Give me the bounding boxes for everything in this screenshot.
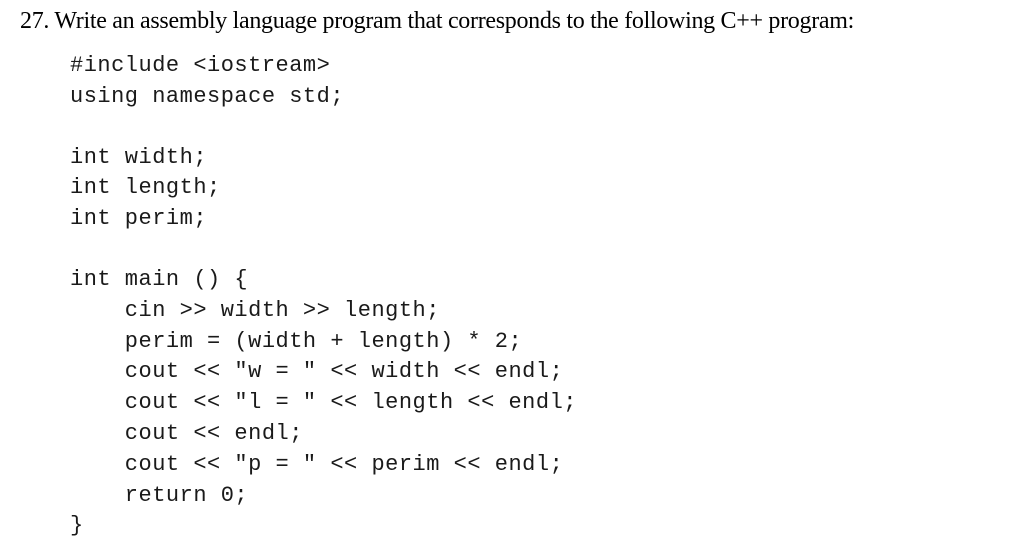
code-blank-line bbox=[70, 235, 1004, 265]
question-text: Write an assembly language program that … bbox=[54, 8, 854, 34]
question-prompt: 27. Write an assembly language program t… bbox=[20, 8, 1004, 35]
code-line: cin >> width >> length; bbox=[70, 296, 1004, 327]
code-line: using namespace std; bbox=[70, 82, 1004, 113]
code-block: #include <iostream> using namespace std;… bbox=[20, 51, 1004, 542]
question-number: 27. bbox=[20, 8, 49, 34]
code-line: return 0; bbox=[70, 481, 1004, 512]
code-line: int main () { bbox=[70, 265, 1004, 296]
code-line: cout << "w = " << width << endl; bbox=[70, 357, 1004, 388]
code-line: cout << "p = " << perim << endl; bbox=[70, 450, 1004, 481]
code-line: perim = (width + length) * 2; bbox=[70, 327, 1004, 358]
code-blank-line bbox=[70, 113, 1004, 143]
code-line: cout << "l = " << length << endl; bbox=[70, 388, 1004, 419]
code-line: int length; bbox=[70, 173, 1004, 204]
code-line: } bbox=[70, 511, 1004, 542]
code-line: cout << endl; bbox=[70, 419, 1004, 450]
code-line: int width; bbox=[70, 143, 1004, 174]
code-line: int perim; bbox=[70, 204, 1004, 235]
code-line: #include <iostream> bbox=[70, 51, 1004, 82]
